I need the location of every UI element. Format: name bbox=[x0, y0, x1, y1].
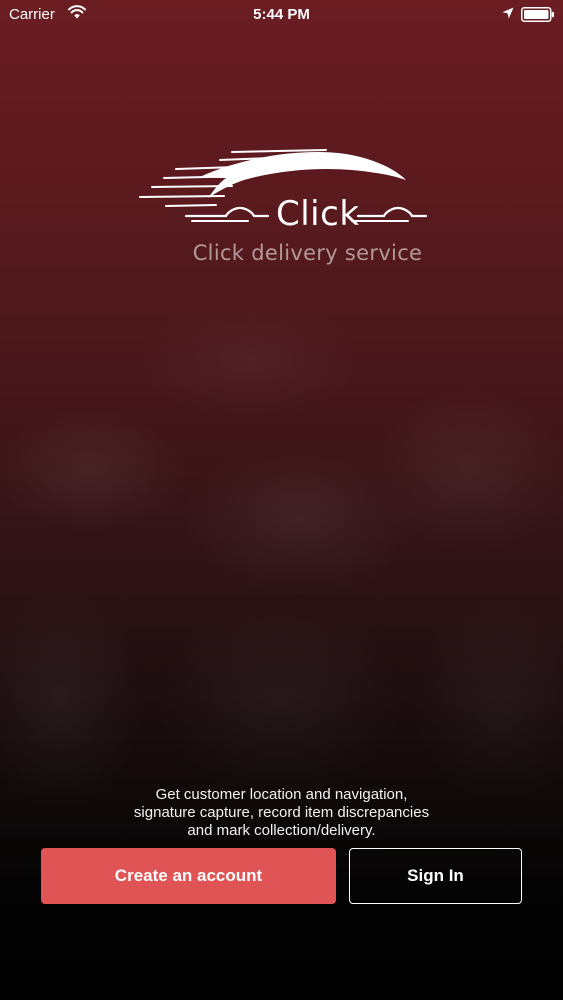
sign-in-button[interactable]: Sign In bbox=[349, 848, 522, 904]
clock: 5:44 PM bbox=[253, 6, 310, 23]
description-line: and mark collection/delivery. bbox=[187, 822, 376, 839]
logo-text: Click bbox=[276, 194, 360, 234]
app-logo: Click bbox=[136, 146, 436, 238]
status-bar: Carrier 5:44 PM bbox=[0, 0, 563, 30]
feature-description: Get customer location and navigation, si… bbox=[0, 786, 563, 840]
welcome-screen: Carrier 5:44 PM Click Click delivery ser… bbox=[0, 0, 563, 1000]
tagline: Click delivery service bbox=[192, 241, 423, 265]
battery-icon bbox=[521, 7, 554, 22]
create-account-button[interactable]: Create an account bbox=[41, 848, 336, 904]
location-arrow-icon bbox=[502, 7, 514, 19]
description-line: signature capture, record item discrepan… bbox=[133, 804, 430, 821]
description-line: Get customer location and navigation, bbox=[155, 786, 408, 803]
